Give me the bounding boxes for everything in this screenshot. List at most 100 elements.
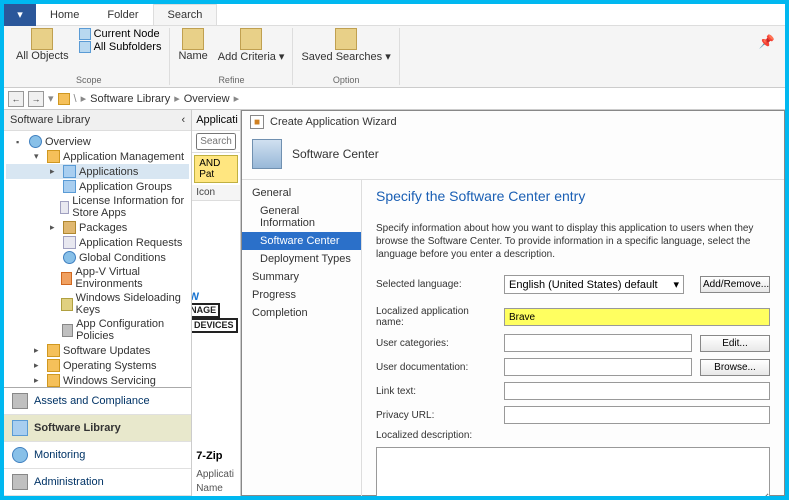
key-icon: [61, 298, 72, 311]
wiz-nav-general[interactable]: General: [242, 184, 361, 202]
ribbon-group-options: Saved Searches ▾ Option: [293, 28, 399, 85]
workspace-software-library[interactable]: Software Library: [4, 415, 191, 442]
saved-searches-button[interactable]: Saved Searches ▾: [301, 28, 390, 63]
tab-folder[interactable]: Folder: [93, 5, 152, 25]
content-search-input[interactable]: [196, 133, 236, 150]
ribbon-group-refine: Name Add Criteria ▾ Refine: [170, 28, 293, 85]
tree-applications[interactable]: ▸Applications: [6, 164, 189, 179]
tag-icon: [182, 28, 204, 50]
filter-chip[interactable]: AND Pat: [194, 155, 238, 183]
system-menu-button[interactable]: ▾: [4, 4, 36, 26]
group-label-refine: Refine: [218, 73, 244, 85]
wizard-banner: Software Center: [242, 133, 784, 180]
tree-sideloading[interactable]: Windows Sideloading Keys: [6, 291, 189, 317]
label-selected-language: Selected language:: [376, 279, 496, 290]
workspace-assets[interactable]: Assets and Compliance: [4, 388, 191, 415]
list-item-7zip[interactable]: 7-Zip: [196, 450, 222, 462]
tree-sw-updates[interactable]: ▸Software Updates: [6, 343, 189, 358]
wiz-nav-software-center[interactable]: Software Center: [242, 232, 361, 250]
link-text-input[interactable]: [504, 382, 770, 400]
add-criteria-button[interactable]: Add Criteria ▾: [218, 28, 285, 63]
column-header-icon[interactable]: Icon: [192, 185, 240, 201]
nav-back-button[interactable]: ←: [8, 91, 24, 107]
nav-collapse-icon[interactable]: ‹: [182, 114, 186, 126]
appv-icon: [61, 272, 72, 285]
tree-os[interactable]: ▸Operating Systems: [6, 358, 189, 373]
group-label-scope: Scope: [76, 73, 102, 85]
saved-searches-icon: [335, 28, 357, 50]
assets-icon: [12, 393, 28, 409]
tree-appv[interactable]: App-V Virtual Environments: [6, 265, 189, 291]
folder-icon: [47, 359, 60, 372]
label-app-name: Localized application name:: [376, 306, 496, 328]
privacy-url-input[interactable]: [504, 406, 770, 424]
wizard-description: Specify information about how you want t…: [376, 222, 770, 261]
detail-header: Applicati: [196, 469, 234, 480]
label-link-text: Link text:: [376, 386, 496, 397]
wizard-content: Specify the Software Center entry Specif…: [362, 180, 784, 496]
admin-icon: [12, 474, 28, 490]
workspace-administration[interactable]: Administration: [4, 469, 191, 496]
edit-categories-button[interactable]: Edit...: [700, 335, 770, 352]
crumb-overview[interactable]: Overview: [184, 93, 230, 105]
all-objects-button[interactable]: All Objects: [16, 28, 69, 62]
tree-overview[interactable]: ▪Overview: [6, 134, 189, 149]
globe-icon: [63, 251, 76, 264]
group-label-options: Option: [333, 73, 360, 85]
navigation-panel: Software Library ‹ ▪Overview ▾Application…: [4, 110, 192, 496]
label-user-categories: User categories:: [376, 338, 496, 349]
navigation-tree: ▪Overview ▾Application Management ▸Appli…: [4, 131, 191, 387]
wizard-titlebar: ■ Create Application Wizard 📌: [242, 111, 784, 133]
banner-title: Software Center: [292, 147, 379, 161]
detail-name-label: Name: [196, 483, 223, 494]
name-filter-button[interactable]: Name: [178, 28, 207, 62]
wiz-nav-progress[interactable]: Progress: [242, 286, 361, 304]
ribbon-tabs: ▾ Home Folder Search: [4, 4, 785, 26]
wiz-nav-summary[interactable]: Summary: [242, 268, 361, 286]
language-dropdown[interactable]: English (United States) default▾: [504, 275, 684, 294]
workspace-monitoring[interactable]: Monitoring: [4, 442, 191, 469]
nav-title: Software Library: [10, 114, 90, 126]
tree-app-groups[interactable]: Application Groups: [6, 179, 189, 194]
breadcrumb: ← → ▾ \ ▸ Software Library ▸ Overview ▸: [4, 88, 785, 110]
license-icon: [60, 201, 69, 214]
tab-search[interactable]: Search: [153, 4, 218, 25]
tree-global-conditions[interactable]: Global Conditions: [6, 250, 189, 265]
nav-fwd-button[interactable]: →: [28, 91, 44, 107]
root-icon: [58, 93, 70, 105]
tree-app-requests[interactable]: Application Requests: [6, 235, 189, 250]
tree-win-servicing[interactable]: ▸Windows Servicing: [6, 373, 189, 387]
current-node-button[interactable]: Current Node: [79, 28, 162, 40]
wiz-nav-deployment-types[interactable]: Deployment Types: [242, 250, 361, 268]
subfolders-icon: [79, 41, 91, 53]
wiz-nav-general-info[interactable]: General Information: [242, 202, 361, 232]
label-privacy-url: Privacy URL:: [376, 410, 496, 421]
browse-docs-button[interactable]: Browse...: [700, 359, 770, 376]
tree-license-info[interactable]: License Information for Store Apps: [6, 194, 189, 220]
tab-home[interactable]: Home: [36, 5, 93, 25]
localized-app-name-input[interactable]: [504, 308, 770, 326]
add-remove-button[interactable]: Add/Remove...: [700, 276, 770, 293]
folder-icon: [47, 150, 60, 163]
wizard-nav: General General Information Software Cen…: [242, 180, 362, 496]
tree-app-config[interactable]: App Configuration Policies: [6, 317, 189, 343]
wizard-heading: Specify the Software Center entry: [376, 188, 770, 204]
user-categories-input[interactable]: [504, 334, 692, 352]
folder-icon: [31, 28, 53, 50]
wiz-nav-completion[interactable]: Completion: [242, 304, 361, 322]
monitoring-icon: [12, 447, 28, 463]
folder-icon: [47, 374, 60, 387]
ribbon-group-scope: All Objects Current Node All Subfolders …: [8, 28, 170, 85]
crumb-swlib[interactable]: Software Library: [90, 93, 170, 105]
label-user-docs: User documentation:: [376, 362, 496, 373]
tree-app-management[interactable]: ▾Application Management: [6, 149, 189, 164]
user-docs-input[interactable]: [504, 358, 692, 376]
content-list: Applicati AND Pat Icon HOW MANAGE TO DEV…: [192, 110, 241, 496]
requests-icon: [63, 236, 76, 249]
tree-packages[interactable]: ▸Packages: [6, 220, 189, 235]
all-subfolders-button[interactable]: All Subfolders: [79, 41, 162, 53]
applications-icon: [63, 165, 76, 178]
ribbon-body: All Objects Current Node All Subfolders …: [4, 26, 785, 88]
localized-description-textarea[interactable]: [376, 447, 770, 496]
app-groups-icon: [63, 180, 76, 193]
